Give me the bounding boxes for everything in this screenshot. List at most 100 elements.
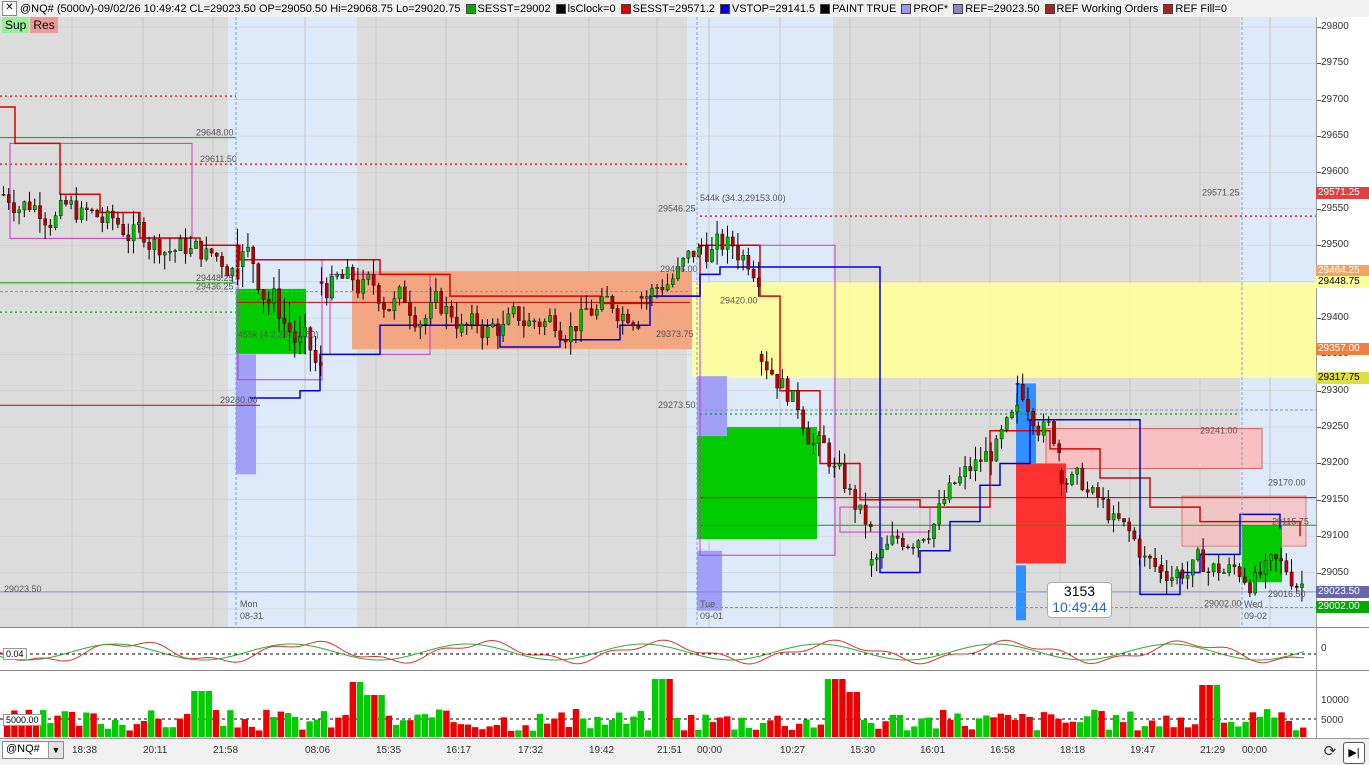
candle-body	[330, 276, 334, 299]
candle-body	[869, 559, 874, 566]
candle-body	[12, 202, 16, 214]
candle-body	[100, 216, 105, 223]
volume-bar	[479, 729, 486, 737]
candle-body	[434, 291, 438, 303]
volume-bar	[630, 716, 637, 737]
candle-body	[188, 248, 193, 254]
candle-body	[963, 466, 967, 477]
volume-bar	[896, 714, 904, 737]
price-axis[interactable]: 2980029750297002965029600295502950029450…	[1316, 17, 1369, 627]
chart-label: 455k (4.2,29421.50)	[238, 329, 319, 339]
candle-body	[1101, 497, 1105, 500]
volume-axis-5000: 5000	[1321, 715, 1344, 726]
candle-body	[880, 549, 884, 559]
volume-bar	[457, 724, 464, 737]
candle-body	[325, 283, 329, 299]
candle-body	[958, 476, 962, 484]
volume-bar	[544, 723, 551, 737]
legend-swatch	[555, 3, 566, 14]
volume-bar	[385, 715, 392, 737]
candle-body	[927, 538, 931, 540]
refresh-icon[interactable]: ⟳	[1319, 742, 1341, 762]
price-chart[interactable]: 29611.50 29648.00 29448.25 29436.25 29280.00…	[0, 17, 1316, 627]
volume-bar	[637, 710, 644, 737]
candle-body	[33, 205, 37, 210]
volume-bar	[126, 730, 133, 737]
candle-body	[671, 278, 675, 285]
candle-body	[455, 317, 459, 329]
candle-body	[6, 194, 11, 203]
res-button[interactable]: Res	[30, 17, 58, 33]
session-date-label: 09-02	[1244, 611, 1267, 621]
candle-body	[261, 289, 266, 300]
volume-bar	[1199, 685, 1206, 737]
chart-label: 29273.50	[658, 400, 696, 410]
price-tick-label: 29600	[1321, 166, 1349, 178]
candle-body	[746, 255, 751, 270]
volume-bar	[104, 728, 112, 737]
volume-bar	[162, 727, 169, 737]
candle-body	[1, 194, 6, 196]
price-marker: 29571.25	[1316, 187, 1369, 200]
candle-body	[1253, 572, 1257, 594]
candle-body	[1057, 443, 1061, 453]
candle-body	[74, 200, 79, 220]
volume-bar	[580, 718, 587, 737]
candle-body	[817, 435, 821, 444]
volume-bar	[1012, 720, 1019, 737]
volume-profile	[236, 288, 306, 354]
candle-body	[48, 224, 53, 228]
volume-bar	[1256, 716, 1264, 737]
candle-body	[157, 239, 162, 256]
volume-bar	[313, 719, 320, 737]
chart-label: 29571.25	[1202, 187, 1240, 197]
volume-bar	[1192, 724, 1199, 737]
bar-clock-time: 10:49:44	[1052, 599, 1107, 615]
symbol-select[interactable]: @NQ# ▼	[2, 741, 64, 759]
volume-bar	[500, 717, 508, 737]
time-axis[interactable]: @NQ# ▼ ⟳ ▶| 18:38 20:11 21:58 08:06 15:35 16:…	[0, 738, 1369, 765]
volume-bar	[212, 710, 220, 737]
candle-body	[382, 303, 386, 310]
candle-body	[38, 205, 42, 219]
chart-label: 29373.75	[656, 329, 694, 339]
volume-bar	[191, 691, 198, 737]
volume-bar	[1026, 716, 1033, 737]
volume-bar	[1249, 712, 1256, 737]
candle-body	[27, 201, 32, 210]
volume-bar	[976, 718, 983, 737]
candle-body	[105, 210, 110, 223]
sup-res-buttons: Sup Res	[2, 17, 58, 33]
candle-body	[827, 442, 831, 467]
volume-bar	[529, 730, 536, 737]
candle-body	[1159, 565, 1164, 572]
volume-bar	[1264, 709, 1271, 737]
candle-body	[429, 302, 433, 319]
volume-bar	[176, 718, 184, 737]
volume-bar	[1278, 712, 1285, 737]
candle-body	[697, 247, 701, 258]
sup-button[interactable]: Sup	[2, 17, 30, 33]
candle-body	[1127, 521, 1131, 532]
volume-bar	[767, 720, 774, 737]
candle-body	[1075, 467, 1079, 475]
candle-body	[17, 209, 22, 214]
close-icon[interactable]: ✕	[2, 1, 17, 16]
legend-swatch	[1044, 3, 1055, 14]
price-marker: 29023.50	[1316, 585, 1369, 598]
chevron-down-icon[interactable]: ▼	[48, 742, 63, 758]
candle-body	[811, 443, 816, 445]
candle-body	[480, 324, 485, 338]
legend-swatch	[719, 3, 730, 14]
candle-body	[757, 277, 761, 287]
volume-bar	[1004, 714, 1012, 737]
volume-bar	[1019, 713, 1026, 737]
bar-clock: 3153 10:49:44	[1047, 582, 1112, 618]
time-tick-label: 08:06	[305, 745, 331, 756]
candle-body	[639, 295, 644, 299]
candle-body	[251, 246, 256, 265]
nav-end-icon[interactable]: ▶|	[1343, 742, 1365, 764]
volume-bar	[1220, 722, 1228, 737]
volume-bar	[256, 730, 263, 737]
volume-bar	[997, 713, 1004, 737]
